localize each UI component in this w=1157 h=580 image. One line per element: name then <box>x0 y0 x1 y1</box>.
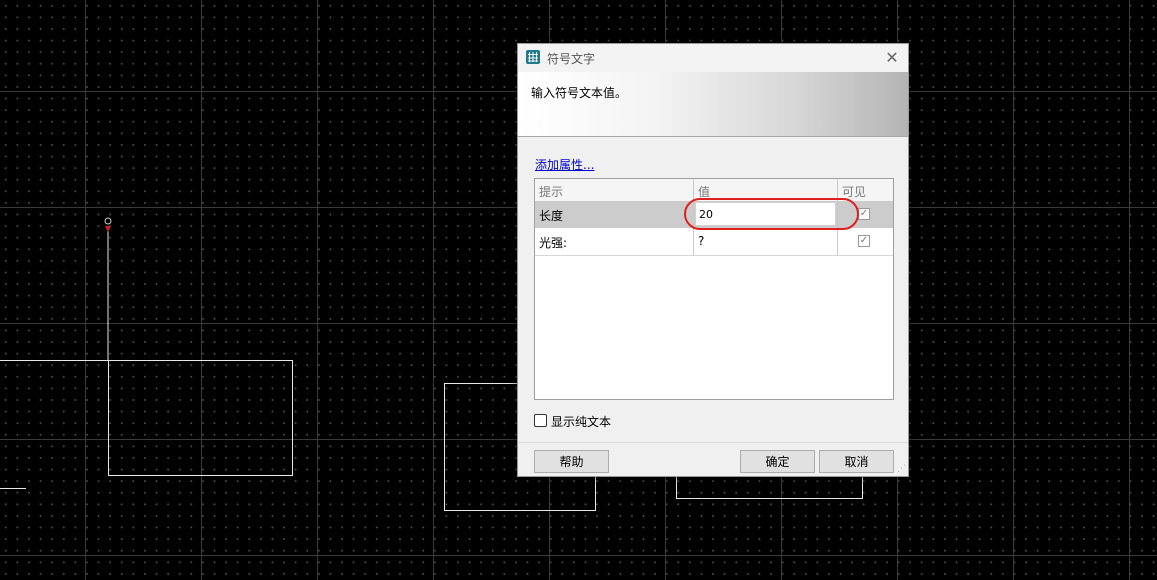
checkmark-icon: ✓ <box>859 208 869 219</box>
add-attribute-link[interactable]: 添加属性... <box>535 156 594 173</box>
footer-divider <box>518 442 908 443</box>
cell-prompt: 光强: <box>535 228 694 255</box>
cad-rectangle-left[interactable] <box>108 360 293 476</box>
cell-value[interactable]: ? <box>694 228 838 255</box>
symbol-text-dialog: 符号文字 ✕ 输入符号文本值。 添加属性... 提示 值 可见 长度 20 ✓ … <box>517 43 909 477</box>
plain-text-checkbox[interactable] <box>534 414 547 427</box>
cell-prompt: 长度 <box>535 201 694 228</box>
visible-checkbox[interactable]: ✓ <box>858 208 870 220</box>
cad-insertion-marker <box>104 217 112 232</box>
dialog-titlebar[interactable]: 符号文字 ✕ <box>518 44 908 72</box>
grid-table-icon <box>526 50 540 64</box>
dialog-title: 符号文字 <box>547 52 596 66</box>
resize-grip-icon[interactable]: ⋰ <box>897 464 906 474</box>
ok-button[interactable]: 确定 <box>740 450 815 473</box>
plain-text-label[interactable]: 显示纯文本 <box>551 413 611 430</box>
dialog-header-band: 输入符号文本值。 <box>518 72 908 137</box>
table-row[interactable]: 光强: ? ✓ <box>535 228 893 256</box>
help-button[interactable]: 帮助 <box>534 450 609 473</box>
visible-checkbox[interactable]: ✓ <box>858 235 870 247</box>
column-header-prompt[interactable]: 提示 <box>535 179 694 201</box>
highlight-annotation <box>684 198 859 230</box>
cancel-button[interactable]: 取消 <box>819 450 894 473</box>
instruction-text: 输入符号文本值。 <box>531 86 628 100</box>
checkmark-icon: ✓ <box>859 235 869 246</box>
attribute-grid: 提示 值 可见 长度 20 ✓ 光强: ? ✓ <box>534 178 894 400</box>
close-icon[interactable]: ✕ <box>880 46 904 70</box>
